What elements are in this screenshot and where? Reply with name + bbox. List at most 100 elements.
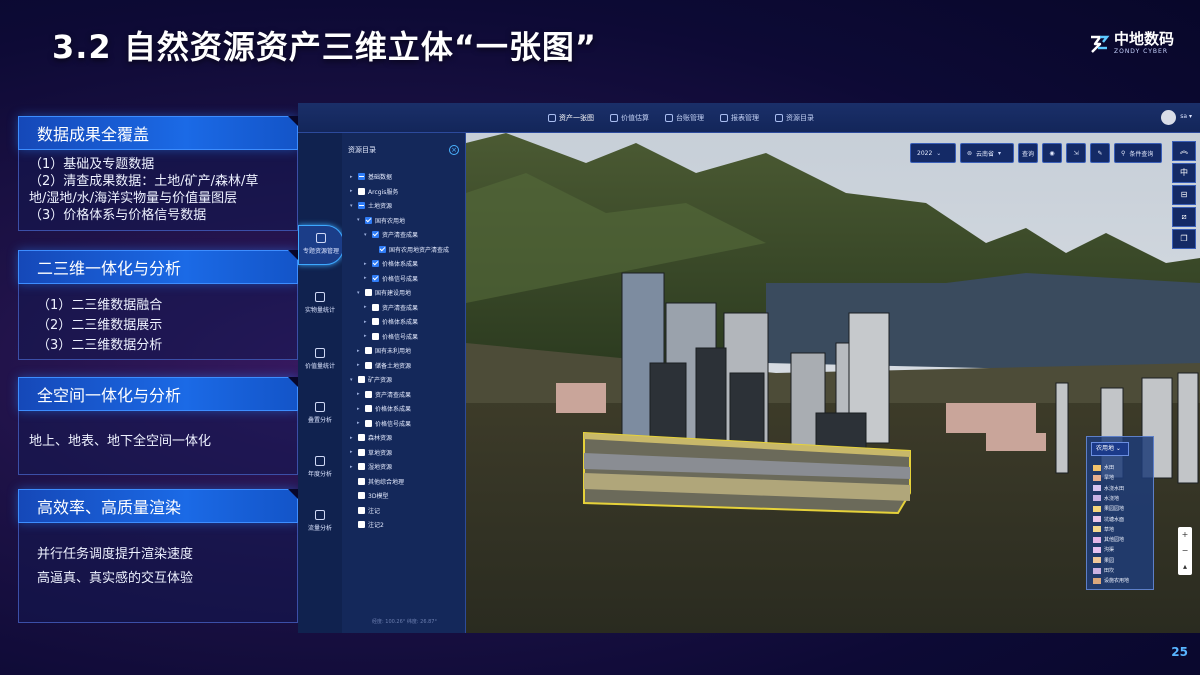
left-nav-annual-analysis[interactable]: 年度分析 (298, 449, 342, 489)
region-select[interactable]: ⊚ 云南省 ▾ (960, 143, 1014, 163)
left-nav-theme-resources[interactable]: 专题资源管理 (298, 225, 344, 265)
tree-row[interactable]: ▾ 国有建设用地 (357, 287, 411, 298)
expanded-arrow-icon[interactable]: ▾ (357, 217, 362, 223)
collapsed-arrow-icon[interactable]: ▸ (357, 348, 362, 354)
compass-icon[interactable]: ▴ (1178, 559, 1192, 575)
year-select[interactable]: 2022 ⌄ (910, 143, 956, 163)
layers-icon[interactable]: ⊟ (1172, 185, 1196, 205)
3d-scene-viewer[interactable]: 2022 ⌄ ⊚ 云南省 ▾ 查询 ◉ ⇲ ✎ ⚲ 条件查询 ︽ 中 ⊟ ⧄ ❐ 农用地… (466, 133, 1200, 633)
record-icon[interactable]: ◉ (1042, 143, 1062, 163)
user-avatar[interactable] (1161, 110, 1176, 125)
nav-item-asset-map[interactable]: 资产一张图 (548, 113, 594, 123)
tree-row[interactable]: ▸ 草地资源 (350, 447, 392, 458)
collapsed-arrow-icon[interactable]: ▸ (364, 333, 369, 339)
tree-checkbox[interactable] (372, 274, 379, 282)
collapsed-arrow-icon[interactable]: ▸ (364, 319, 369, 325)
tree-row[interactable]: 注记 (350, 505, 380, 516)
tree-row[interactable]: ▸ 价格信号成果 (364, 273, 418, 284)
tree-checkbox[interactable] (365, 390, 372, 398)
expanded-arrow-icon[interactable]: ▾ (357, 290, 362, 296)
tree-checkbox[interactable] (365, 289, 372, 296)
tree-row[interactable]: ▸ 资产清查成果 (357, 389, 411, 400)
collapsed-arrow-icon[interactable]: ▸ (350, 449, 355, 455)
tree-row[interactable]: ▾ 国有农用地 (357, 215, 405, 226)
left-nav-value-stats[interactable]: 价值量统计 (298, 341, 342, 381)
tree-checkbox[interactable] (358, 492, 365, 499)
tree-row[interactable]: ▸ 价格信号成果 (357, 418, 411, 429)
collapsed-arrow-icon[interactable]: ▸ (364, 261, 369, 267)
user-menu[interactable]: sa ▾ (1180, 113, 1192, 120)
tree-row[interactable]: ▾ 土地资源 (350, 200, 392, 211)
tree-row[interactable]: 国有农用地资产清查成 (371, 244, 449, 255)
left-nav-physical-stats[interactable]: 实物量统计 (298, 285, 342, 325)
tree-row[interactable]: ▸ 价格体系成果 (364, 258, 418, 269)
tree-row[interactable]: ▾ 矿产资源 (350, 374, 392, 385)
tree-checkbox[interactable] (358, 448, 365, 456)
tree-row[interactable]: ▸ 储备土地资源 (357, 360, 411, 371)
tree-checkbox[interactable] (372, 318, 379, 325)
expanded-arrow-icon[interactable]: ▾ (364, 232, 369, 238)
tree-checkbox[interactable] (372, 231, 379, 238)
legend-dropdown[interactable]: 农用地 ⌄ (1091, 442, 1129, 456)
tree-checkbox[interactable] (358, 434, 365, 441)
tree-checkbox[interactable] (358, 187, 365, 195)
collapsed-arrow-icon[interactable]: ▸ (357, 362, 362, 368)
expanded-arrow-icon[interactable]: ▾ (350, 203, 355, 209)
collapsed-arrow-icon[interactable]: ▸ (350, 435, 355, 441)
collapsed-arrow-icon[interactable]: ▸ (357, 391, 362, 397)
tree-row[interactable]: 3D模型 (350, 490, 388, 501)
collapsed-arrow-icon[interactable]: ▸ (350, 174, 355, 180)
zoom-out-button[interactable]: − (1178, 543, 1192, 559)
nav-item-reports[interactable]: 报表管理 (720, 113, 759, 123)
tree-row[interactable]: ▸ 价格体系成果 (364, 316, 418, 327)
tree-row[interactable]: ▸ 价格信号成果 (364, 331, 418, 342)
collapsed-arrow-icon[interactable]: ▸ (364, 304, 369, 310)
tree-checkbox[interactable] (365, 405, 372, 412)
collapsed-arrow-icon[interactable]: ▸ (357, 406, 362, 412)
collapsed-arrow-icon[interactable]: ▸ (364, 275, 369, 281)
tree-checkbox[interactable] (379, 245, 386, 253)
tree-checkbox[interactable] (372, 260, 379, 267)
nav-item-valuation[interactable]: 价值估算 (610, 113, 649, 123)
tree-row[interactable]: 其他综合地理 (350, 476, 404, 487)
condition-query-button[interactable]: ⚲ 条件查询 (1114, 143, 1162, 163)
tree-checkbox[interactable] (372, 332, 379, 340)
nav-item-catalog[interactable]: 资源目录 (775, 113, 814, 123)
tree-checkbox[interactable] (372, 303, 379, 311)
tree-row[interactable]: ▸ 资产清查成果 (364, 302, 418, 313)
tree-checkbox[interactable] (358, 173, 365, 180)
query-button[interactable]: 查询 (1018, 143, 1038, 163)
tree-checkbox[interactable] (358, 376, 365, 383)
collapsed-arrow-icon[interactable]: ▸ (357, 420, 362, 426)
close-icon[interactable]: × (449, 145, 459, 155)
tree-checkbox[interactable] (365, 361, 372, 369)
tree-checkbox[interactable] (365, 419, 372, 427)
tree-checkbox[interactable] (358, 521, 365, 528)
tree-checkbox[interactable] (365, 216, 372, 224)
collapse-icon[interactable]: ︽ (1172, 141, 1196, 161)
tree-row[interactable]: 注记2 (350, 519, 384, 530)
tree-row[interactable]: ▸ 价格体系成果 (357, 403, 411, 414)
tree-row[interactable]: ▸ 湿地资源 (350, 461, 392, 472)
tree-checkbox[interactable] (358, 463, 365, 470)
nav-item-ledger[interactable]: 台账管理 (665, 113, 704, 123)
collapsed-arrow-icon[interactable]: ▸ (350, 188, 355, 194)
tree-row[interactable]: ▸ 森林资源 (350, 432, 392, 443)
copy-icon[interactable]: ❐ (1172, 229, 1196, 249)
tree-row[interactable]: ▾ 资产清查成果 (364, 229, 418, 240)
tree-row[interactable]: ▸ Arcgis服务 (350, 186, 398, 197)
split-view-icon[interactable]: 中 (1172, 163, 1196, 183)
tree-checkbox[interactable] (358, 506, 365, 514)
tree-row[interactable]: ▸ 国有未利用地 (357, 345, 411, 356)
measure-icon[interactable]: ⧄ (1172, 207, 1196, 227)
left-nav-overlay-analysis[interactable]: 叠置分析 (298, 395, 342, 435)
tree-checkbox[interactable] (358, 477, 365, 485)
expanded-arrow-icon[interactable]: ▾ (350, 377, 355, 383)
left-nav-flow-analysis[interactable]: 流量分析 (298, 503, 342, 543)
select-icon[interactable]: ⇲ (1066, 143, 1086, 163)
tree-checkbox[interactable] (358, 202, 365, 209)
tree-checkbox[interactable] (365, 347, 372, 354)
zoom-in-button[interactable]: + (1178, 527, 1192, 543)
collapsed-arrow-icon[interactable]: ▸ (350, 464, 355, 470)
edit-icon[interactable]: ✎ (1090, 143, 1110, 163)
